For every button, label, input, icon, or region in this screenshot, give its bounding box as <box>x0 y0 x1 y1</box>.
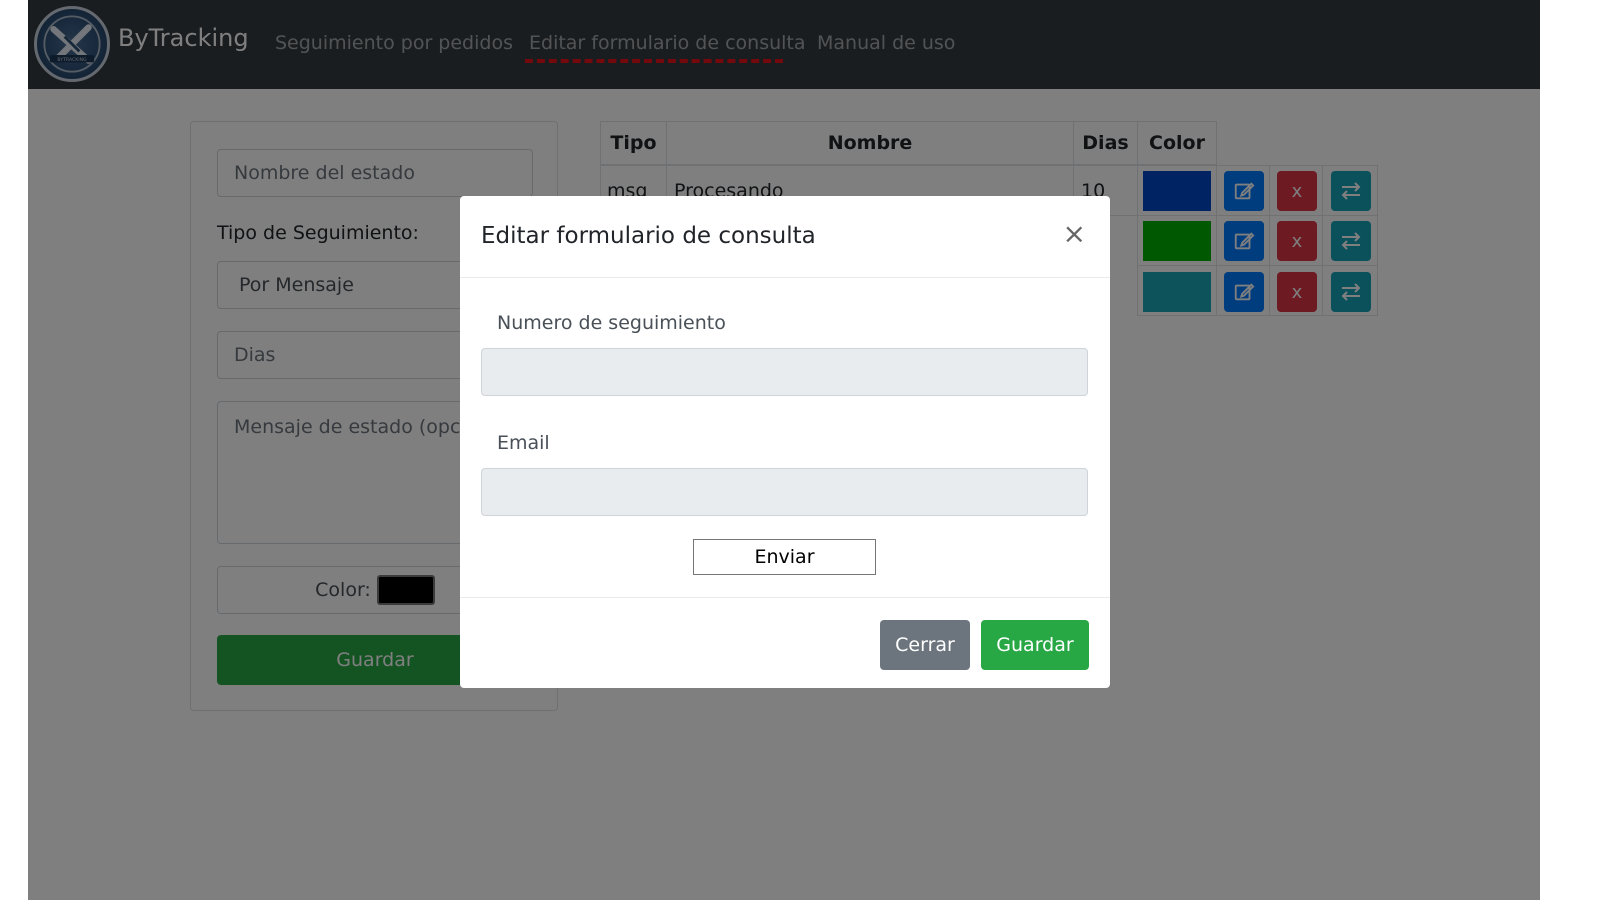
modal-footer: Cerrar Guardar <box>460 597 1110 688</box>
cerrar-button[interactable]: Cerrar <box>880 620 970 670</box>
email-label: Email <box>497 432 550 454</box>
editar-formulario-modal: Editar formulario de consulta × Numero d… <box>460 196 1110 688</box>
numero-seguimiento-input[interactable] <box>481 348 1088 396</box>
email-input[interactable] <box>481 468 1088 516</box>
app-window: BYTRACKING ByTracking Seguimiento por pe… <box>28 0 1540 900</box>
enviar-button[interactable]: Enviar <box>693 539 876 575</box>
modal-title: Editar formulario de consulta <box>481 223 816 249</box>
numero-seguimiento-label: Numero de seguimiento <box>497 312 726 334</box>
close-icon[interactable]: × <box>1063 220 1086 248</box>
modal-header: Editar formulario de consulta × <box>460 196 1110 278</box>
guardar-button[interactable]: Guardar <box>981 620 1089 670</box>
